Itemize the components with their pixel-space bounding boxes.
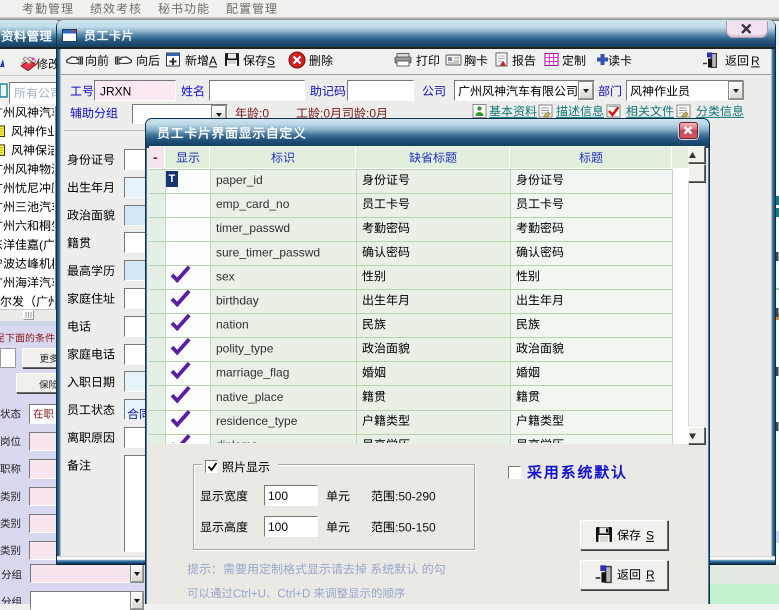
svg-text::50-150: :50-150	[395, 520, 436, 534]
svg-text:sex: sex	[216, 269, 235, 283]
svg-text:paper_id: paper_id	[216, 173, 263, 187]
svg-text:Ctrl+U: Ctrl+U	[233, 588, 266, 600]
svg-text:100: 100	[268, 520, 288, 534]
svg-text:residence_type: residence_type	[216, 414, 298, 428]
svg-text:S: S	[646, 528, 654, 542]
svg-text:timer_passwd: timer_passwd	[216, 221, 290, 235]
svg-text::0: :0	[259, 106, 269, 120]
svg-text:T: T	[169, 173, 176, 185]
svg-text:diploma: diploma	[216, 438, 258, 452]
svg-text:A: A	[209, 54, 217, 68]
svg-text::50-290: :50-290	[395, 489, 436, 503]
svg-text:emp_card_no: emp_card_no	[216, 197, 290, 211]
svg-text:R: R	[751, 54, 760, 68]
svg-text:polity_type: polity_type	[216, 342, 274, 356]
svg-text:JRXN: JRXN	[100, 84, 131, 98]
svg-text:(: (	[39, 238, 43, 252]
svg-text:S: S	[267, 54, 275, 68]
svg-text:birthday: birthday	[216, 293, 259, 307]
svg-text:R: R	[646, 568, 655, 582]
svg-text:marriage_flag: marriage_flag	[216, 366, 289, 380]
svg-text::0: :0	[320, 106, 330, 120]
svg-text:Ctrl+D: Ctrl+D	[277, 588, 310, 600]
svg-text:nation: nation	[216, 318, 249, 332]
svg-text::0: :0	[366, 106, 376, 120]
svg-text:-: -	[153, 149, 158, 165]
svg-text:native_place: native_place	[216, 390, 284, 404]
svg-text:sure_timer_passwd: sure_timer_passwd	[216, 245, 320, 259]
svg-text:100: 100	[268, 489, 288, 503]
